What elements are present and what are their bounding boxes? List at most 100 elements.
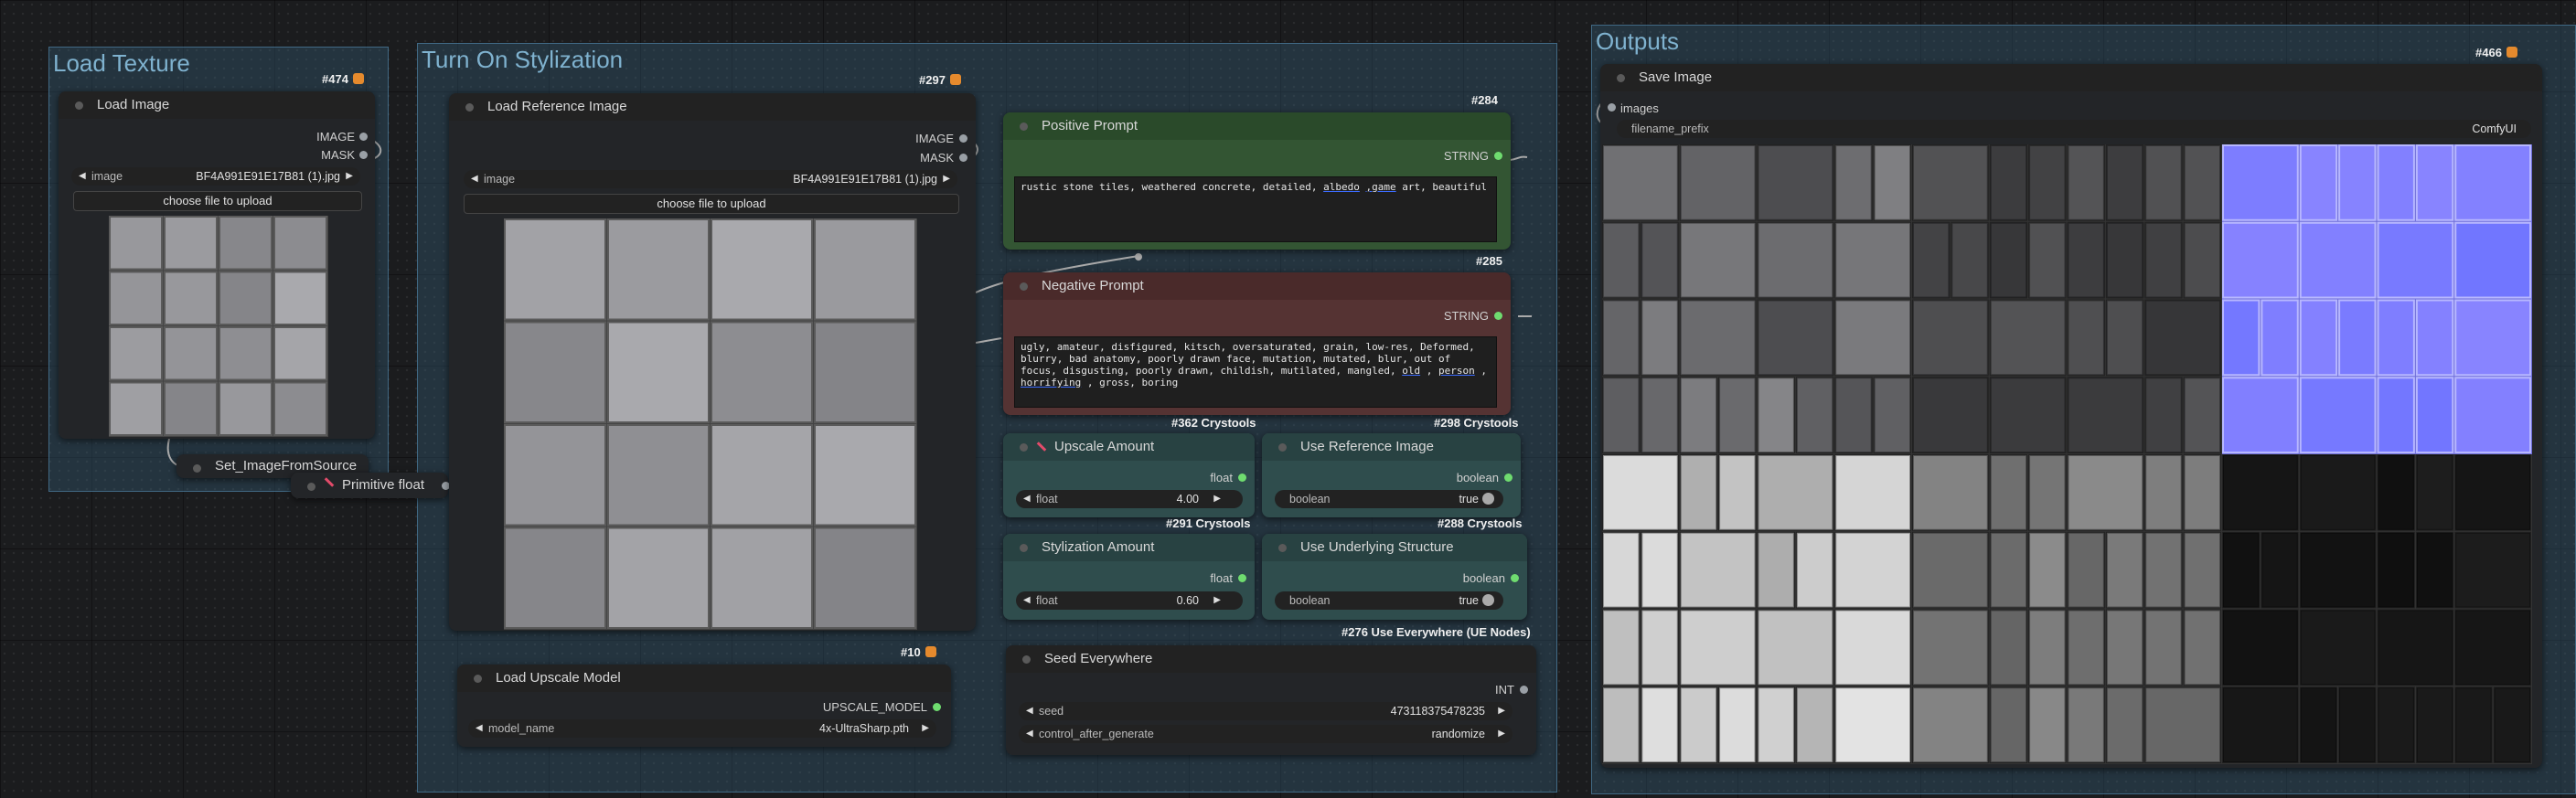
output-maps-graphic: [1602, 144, 2532, 764]
node-id-badge: #285: [1476, 254, 1502, 268]
fox-icon: [2506, 47, 2517, 58]
output-label: IMAGE: [915, 132, 954, 145]
negative-prompt-node[interactable]: Negative Prompt STRING ugly, amateur, di…: [1003, 272, 1511, 415]
widget-value: true: [1459, 591, 1494, 610]
output-slot-image[interactable]: [959, 134, 967, 143]
fox-icon: [352, 73, 364, 84]
widget-value: 473118375478235: [1390, 705, 1485, 718]
arrow-right-icon[interactable]: ▶: [943, 170, 950, 188]
prompt-text: art, beautiful: [1395, 181, 1487, 193]
arrow-right-icon[interactable]: ▶: [1498, 725, 1505, 743]
arrow-left-icon[interactable]: ◀: [471, 170, 478, 188]
arrow-left-icon[interactable]: ◀: [1023, 591, 1031, 610]
output-label: IMAGE: [316, 130, 355, 144]
float-widget[interactable]: ◀ float 4.00 ▶: [1016, 490, 1243, 508]
node-title-label: Upscale Amount: [1054, 439, 1155, 454]
positive-prompt-node[interactable]: Positive Prompt STRING rustic stone tile…: [1003, 112, 1511, 250]
node-title[interactable]: Use Underlying Structure: [1262, 534, 1527, 561]
toggle-knob-icon[interactable]: [1482, 493, 1494, 505]
node-title[interactable]: Save Image: [1600, 64, 2542, 91]
output-slot-string[interactable]: [1494, 152, 1502, 160]
output-slot-mask[interactable]: [359, 151, 368, 159]
pin-icon: [324, 477, 335, 487]
node-title[interactable]: Primitive float: [291, 473, 448, 498]
upload-button[interactable]: choose file to upload: [73, 191, 362, 211]
image-preview: [109, 216, 328, 437]
widget-value: 4.00: [1176, 493, 1199, 505]
image-select-widget[interactable]: ◀ image BF4A991E91E17B81 (1).jpg ▶: [71, 167, 360, 186]
boolean-toggle[interactable]: boolean true: [1275, 490, 1503, 508]
load-image-node[interactable]: Load Image IMAGE MASK ◀ image BF4A991E91…: [59, 91, 375, 439]
pin-icon: [1036, 442, 1047, 452]
node-title[interactable]: Seed Everywhere: [1006, 645, 1536, 673]
arrow-right-icon[interactable]: ▶: [346, 167, 353, 186]
upscale-amount-node[interactable]: Upscale Amount float ◀ float 4.00 ▶: [1003, 433, 1255, 517]
output-slot-float[interactable]: [1238, 574, 1246, 582]
node-title[interactable]: Positive Prompt: [1003, 112, 1511, 140]
arrow-right-icon[interactable]: ▶: [1213, 591, 1221, 610]
model-select-widget[interactable]: ◀ model_name 4x-UltraSharp.pth ▶: [468, 719, 936, 738]
output-slot-int[interactable]: [1520, 686, 1528, 694]
prompt-text: ,: [1474, 365, 1487, 377]
arrow-left-icon[interactable]: ◀: [79, 167, 86, 186]
toggle-knob-icon[interactable]: [1482, 594, 1494, 606]
prompt-text-underlined: ,game: [1365, 181, 1396, 193]
node-id-badge: #298 Crystools: [1434, 416, 1519, 430]
output-slot-boolean[interactable]: [1511, 574, 1519, 582]
widget-label: control_after_generate: [1039, 728, 1154, 740]
output-slot-boolean[interactable]: [1504, 473, 1512, 482]
node-title[interactable]: Upscale Amount: [1003, 433, 1255, 461]
output-label: MASK: [920, 151, 954, 165]
prompt-text-underlined: horrifying: [1021, 377, 1082, 388]
input-label: images: [1620, 101, 1659, 115]
node-title[interactable]: Load Image: [59, 91, 375, 119]
negative-prompt-textarea[interactable]: ugly, amateur, disfigured, kitsch, overs…: [1014, 336, 1497, 408]
prompt-text-underlined: person: [1438, 365, 1475, 377]
output-slot-image[interactable]: [359, 133, 368, 141]
node-title[interactable]: Use Reference Image: [1262, 433, 1521, 461]
load-reference-image-node[interactable]: Load Reference Image IMAGE MASK ◀ image …: [449, 93, 976, 631]
node-title[interactable]: Load Upscale Model: [457, 665, 951, 692]
node-id-badge: #276 Use Everywhere (UE Nodes): [1341, 625, 1531, 639]
arrow-right-icon[interactable]: ▶: [1498, 702, 1505, 720]
prompt-text: [1360, 181, 1366, 193]
seed-widget[interactable]: ◀ seed 473118375478235 ▶: [1019, 702, 1512, 720]
control-after-generate-widget[interactable]: ◀ control_after_generate randomize ▶: [1019, 725, 1512, 743]
input-slot-images[interactable]: [1608, 103, 1616, 112]
output-slot-mask[interactable]: [959, 154, 967, 162]
widget-value: 0.60: [1176, 594, 1199, 607]
output-slot-upscale-model[interactable]: [933, 703, 941, 711]
arrow-left-icon[interactable]: ◀: [476, 719, 483, 738]
node-title[interactable]: Load Reference Image: [449, 93, 976, 121]
boolean-toggle[interactable]: boolean true: [1275, 591, 1503, 610]
output-slot-float[interactable]: [1238, 473, 1246, 482]
widget-value: true: [1459, 490, 1494, 508]
save-image-node[interactable]: Save Image images filename_prefix ComfyU…: [1600, 64, 2542, 768]
float-widget[interactable]: ◀ float 0.60 ▶: [1016, 591, 1243, 610]
upload-button[interactable]: choose file to upload: [464, 194, 959, 214]
arrow-right-icon[interactable]: ▶: [922, 719, 929, 738]
filename-prefix-widget[interactable]: filename_prefix ComfyUI: [1617, 120, 2531, 138]
seed-everywhere-node[interactable]: Seed Everywhere INT ◀ seed 4731183754782…: [1006, 645, 1536, 755]
node-title[interactable]: Negative Prompt: [1003, 272, 1511, 300]
node-id-badge: #10: [901, 645, 936, 659]
prompt-text-underlined: old: [1402, 365, 1421, 377]
arrow-right-icon[interactable]: ▶: [1213, 490, 1221, 508]
node-title[interactable]: Stylization Amount: [1003, 534, 1255, 561]
positive-prompt-textarea[interactable]: rustic stone tiles, weathered concrete, …: [1014, 176, 1497, 242]
use-reference-image-node[interactable]: Use Reference Image boolean boolean true: [1262, 433, 1521, 517]
use-underlying-structure-node[interactable]: Use Underlying Structure boolean boolean…: [1262, 534, 1527, 620]
widget-label: boolean: [1289, 594, 1331, 607]
node-id-badge: #466: [2475, 46, 2517, 59]
arrow-left-icon[interactable]: ◀: [1026, 702, 1033, 720]
load-upscale-model-node[interactable]: Load Upscale Model UPSCALE_MODEL ◀ model…: [457, 665, 951, 747]
image-select-widget[interactable]: ◀ image BF4A991E91E17B81 (1).jpg ▶: [464, 170, 957, 188]
widget-label: float: [1036, 493, 1058, 505]
output-label: STRING: [1443, 149, 1489, 163]
prompt-text: rustic stone tiles, weathered concrete, …: [1021, 181, 1324, 193]
output-slot-string[interactable]: [1494, 312, 1502, 320]
primitive-float-node[interactable]: Primitive float: [291, 473, 450, 498]
stylization-amount-node[interactable]: Stylization Amount float ◀ float 0.60 ▶: [1003, 534, 1255, 620]
arrow-left-icon[interactable]: ◀: [1026, 725, 1033, 743]
arrow-left-icon[interactable]: ◀: [1023, 490, 1031, 508]
